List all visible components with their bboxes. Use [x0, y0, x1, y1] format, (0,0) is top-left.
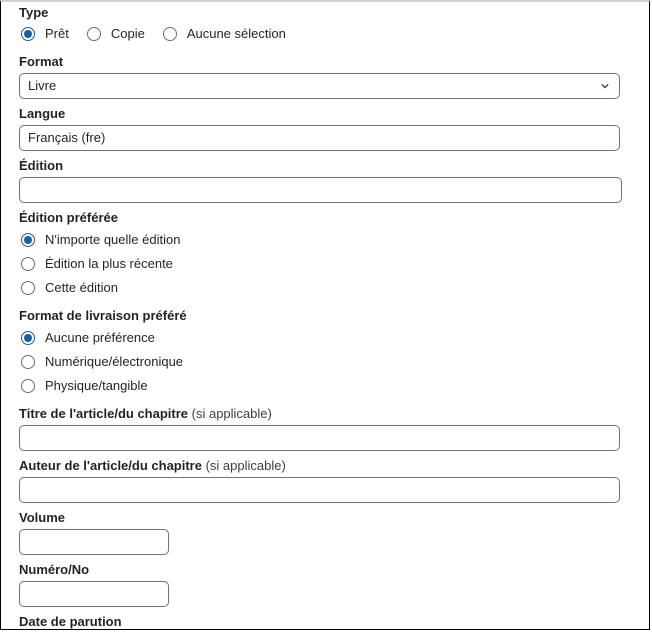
type-option-label: Prêt [45, 26, 69, 41]
format-livraison-label: Format de livraison préféré [19, 308, 187, 323]
request-form: Type Prêt Copie Aucune sélection Format … [0, 0, 650, 630]
type-option-copie[interactable]: Copie [86, 26, 145, 41]
type-option-aucune[interactable]: Aucune sélection [162, 26, 286, 41]
titre-article-label: Titre de l'article/du chapitre (si appli… [19, 406, 272, 421]
format-select[interactable]: Livre [19, 73, 620, 99]
date-parution-label: Date de parution [19, 614, 122, 629]
radio-copie[interactable] [86, 26, 101, 41]
auteur-article-label: Auteur de l'article/du chapitre (si appl… [19, 458, 286, 473]
numero-label: Numéro/No [19, 562, 90, 577]
titre-article-label-text: Titre de l'article/du chapitre [19, 406, 189, 421]
edition-option-label: Cette édition [45, 280, 118, 295]
edition-input[interactable] [19, 177, 622, 203]
type-option-label: Aucune sélection [186, 26, 286, 41]
langue-input[interactable]: Français (fre) [19, 125, 620, 151]
radio-no-preference[interactable] [21, 330, 35, 345]
numero-input[interactable] [19, 581, 169, 607]
livraison-option-label: Physique/tangible [45, 378, 148, 393]
radio-this-edition[interactable] [21, 280, 35, 295]
edition-option-label: N'importe quelle édition [45, 232, 181, 247]
edition-label: Édition [19, 158, 64, 173]
type-radio-group: Prêt Copie Aucune sélection [21, 26, 286, 41]
format-label: Format [19, 54, 64, 69]
type-label: Type [19, 5, 49, 20]
livraison-option-physical[interactable]: Physique/tangible [21, 378, 148, 393]
livraison-option-label: Numérique/électronique [45, 354, 184, 369]
auteur-article-label-text: Auteur de l'article/du chapitre [19, 458, 202, 473]
volume-input[interactable] [19, 529, 169, 555]
livraison-option-label: Aucune préférence [45, 330, 155, 345]
livraison-option-none[interactable]: Aucune préférence [21, 330, 155, 345]
titre-article-hint: (si applicable) [191, 406, 272, 421]
radio-physical[interactable] [21, 378, 35, 393]
langue-input-value: Français (fre) [28, 130, 106, 145]
radio-digital[interactable] [21, 354, 35, 369]
radio-any-edition[interactable] [21, 232, 35, 247]
chevron-down-icon [601, 83, 609, 89]
titre-article-input[interactable] [19, 425, 620, 451]
auteur-article-input[interactable] [19, 477, 620, 503]
livraison-option-digital[interactable]: Numérique/électronique [21, 354, 183, 369]
radio-pret[interactable] [21, 26, 35, 41]
edition-preferee-label: Édition préférée [19, 210, 118, 225]
edition-option-label: Édition la plus récente [45, 256, 173, 271]
edition-option-latest[interactable]: Édition la plus récente [21, 256, 173, 271]
format-select-value: Livre [28, 78, 57, 93]
edition-option-any[interactable]: N'importe quelle édition [21, 232, 180, 247]
auteur-article-hint: (si applicable) [205, 458, 286, 473]
edition-option-this[interactable]: Cette édition [21, 280, 118, 295]
langue-label: Langue [19, 106, 66, 121]
type-option-pret[interactable]: Prêt [21, 26, 69, 41]
radio-latest-edition[interactable] [21, 256, 35, 271]
type-option-label: Copie [110, 26, 145, 41]
volume-label: Volume [19, 510, 65, 525]
radio-aucune-selection[interactable] [162, 26, 177, 41]
